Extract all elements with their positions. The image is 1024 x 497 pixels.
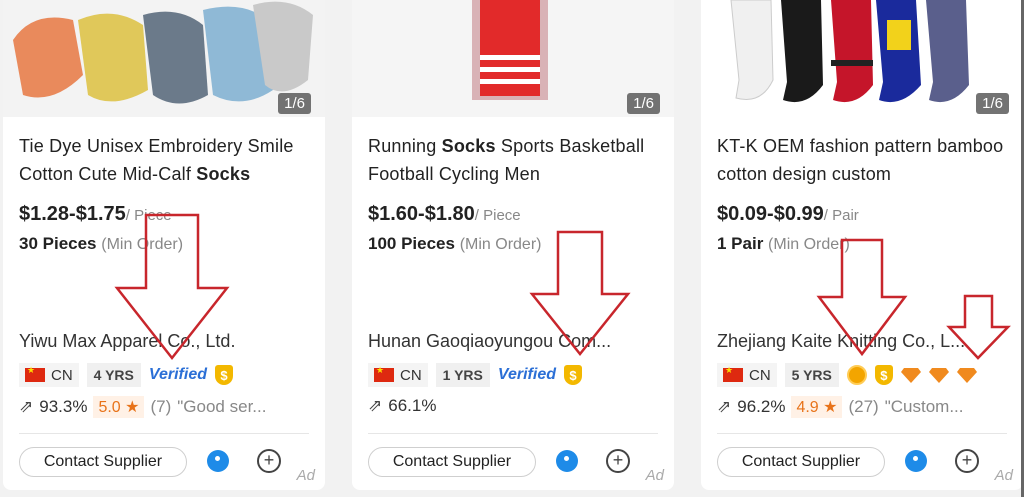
supplier-name[interactable]: Zhejiang Kaite Knitting Co., L... bbox=[717, 331, 965, 352]
min-order: 1 Pair (Min Order) bbox=[717, 234, 850, 254]
socks-image bbox=[3, 0, 325, 117]
divider bbox=[19, 433, 309, 434]
trade-assurance-icon[interactable]: $ bbox=[214, 365, 233, 385]
product-image[interactable]: 1/6 bbox=[3, 0, 325, 117]
diamond-icon bbox=[900, 368, 921, 383]
image-counter: 1/6 bbox=[627, 93, 660, 114]
title-keyword: Socks bbox=[196, 164, 251, 184]
supplier-badges: CN 5 YRS $ bbox=[717, 363, 977, 387]
years-badge: 5 YRS bbox=[784, 363, 839, 387]
product-image[interactable]: 1/6 bbox=[701, 0, 1023, 117]
title-text: Running bbox=[368, 136, 442, 156]
review-count[interactable]: (7) bbox=[150, 397, 171, 417]
min-order: 30 Pieces (Min Order) bbox=[19, 234, 183, 254]
price-range: $1.60-$1.80/ Piece bbox=[368, 203, 521, 226]
supplier-stats: ⇗ 96.2% 4.9 ★ (27) "Custom... bbox=[717, 396, 964, 418]
product-title[interactable]: KT-K OEM fashion pattern bamboo cotton d… bbox=[717, 132, 1013, 188]
diamond-icon bbox=[928, 368, 949, 383]
supplier-stats: ⇗ 93.3% 5.0 ★ (7) "Good ser... bbox=[19, 396, 266, 418]
verified-badge[interactable]: Verified bbox=[498, 366, 556, 384]
country-badge: CN bbox=[368, 363, 428, 387]
product-card-2[interactable]: 1/6 Running Socks Sports Basketball Foot… bbox=[352, 0, 674, 490]
chat-icon[interactable] bbox=[905, 450, 927, 472]
country-code: CN bbox=[749, 366, 771, 384]
supplier-badges: CN 4 YRS Verified $ bbox=[19, 363, 233, 387]
price-range: $0.09-$0.99/ Pair bbox=[717, 203, 859, 226]
moq-value: 30 Pieces bbox=[19, 234, 97, 253]
contact-supplier-button[interactable]: Contact Supplier bbox=[717, 447, 885, 477]
supplier-badges: CN 1 YRS Verified $ bbox=[368, 363, 582, 387]
price-unit: / Piece bbox=[125, 207, 172, 224]
product-card-3[interactable]: 1/6 KT-K OEM fashion pattern bamboo cott… bbox=[701, 0, 1023, 490]
review-count[interactable]: (27) bbox=[848, 397, 878, 417]
response-rate-icon: ⇗ bbox=[717, 397, 732, 416]
supplier-name[interactable]: Hunan Gaoqiaoyungou Com... bbox=[368, 331, 611, 352]
diamond-icon bbox=[956, 368, 977, 383]
price-value: $1.60-$1.80 bbox=[368, 203, 475, 225]
moq-note: (Min Order) bbox=[101, 236, 184, 253]
country-code: CN bbox=[400, 366, 422, 384]
response-rate: 66.1% bbox=[388, 396, 437, 415]
add-compare-icon[interactable]: + bbox=[955, 449, 979, 473]
gold-supplier-icon[interactable] bbox=[846, 365, 867, 385]
country-badge: CN bbox=[19, 363, 79, 387]
review-snippet[interactable]: "Good ser... bbox=[177, 397, 266, 417]
moq-note: (Min Order) bbox=[459, 236, 542, 253]
response-rate-icon: ⇗ bbox=[368, 396, 383, 415]
title-keyword: Socks bbox=[441, 136, 496, 156]
image-counter: 1/6 bbox=[278, 93, 311, 114]
product-card-1[interactable]: 1/6 Tie Dye Unisex Embroidery Smile Cott… bbox=[3, 0, 325, 490]
add-compare-icon[interactable]: + bbox=[606, 449, 630, 473]
response-rate: 93.3% bbox=[39, 397, 88, 416]
price-value: $1.28-$1.75 bbox=[19, 203, 126, 225]
response-rate-icon: ⇗ bbox=[19, 397, 34, 416]
divider bbox=[368, 433, 658, 434]
years-badge: 4 YRS bbox=[86, 363, 141, 387]
response-rate: 96.2% bbox=[737, 397, 786, 416]
min-order: 100 Pieces (Min Order) bbox=[368, 234, 541, 254]
years-badge: 1 YRS bbox=[435, 363, 490, 387]
supplier-stats: ⇗ 66.1% bbox=[368, 396, 436, 416]
chat-icon[interactable] bbox=[556, 450, 578, 472]
socks-image bbox=[701, 0, 1023, 117]
country-code: CN bbox=[51, 366, 73, 384]
product-title[interactable]: Tie Dye Unisex Embroidery Smile Cotton C… bbox=[19, 132, 315, 188]
rating-badge: 4.9 ★ bbox=[791, 396, 843, 418]
title-text: Tie Dye Unisex Embroidery Smile Cotton C… bbox=[19, 136, 294, 184]
ad-label: Ad bbox=[296, 467, 315, 484]
china-flag-icon bbox=[25, 365, 45, 382]
price-unit: / Piece bbox=[474, 207, 521, 224]
supplier-name[interactable]: Yiwu Max Apparel Co., Ltd. bbox=[19, 331, 235, 352]
price-value: $0.09-$0.99 bbox=[717, 203, 824, 225]
rating-badge: 5.0 ★ bbox=[93, 396, 145, 418]
product-image[interactable]: 1/6 bbox=[352, 0, 674, 117]
review-snippet[interactable]: "Custom... bbox=[885, 397, 964, 417]
divider bbox=[717, 433, 1007, 434]
product-title[interactable]: Running Socks Sports Basketball Football… bbox=[368, 132, 664, 188]
contact-supplier-button[interactable]: Contact Supplier bbox=[368, 447, 536, 477]
image-counter: 1/6 bbox=[976, 93, 1009, 114]
moq-value: 1 Pair bbox=[717, 234, 764, 253]
china-flag-icon bbox=[374, 365, 394, 382]
moq-value: 100 Pieces bbox=[368, 234, 455, 253]
ad-label: Ad bbox=[994, 467, 1013, 484]
add-compare-icon[interactable]: + bbox=[257, 449, 281, 473]
price-unit: / Pair bbox=[823, 207, 859, 224]
verified-badge[interactable]: Verified bbox=[149, 366, 207, 384]
title-text: KT-K OEM fashion pattern bamboo cotton d… bbox=[717, 136, 1004, 184]
trade-assurance-icon[interactable]: $ bbox=[563, 365, 582, 385]
moq-note: (Min Order) bbox=[768, 236, 850, 253]
ad-label: Ad bbox=[645, 467, 664, 484]
price-range: $1.28-$1.75/ Piece bbox=[19, 203, 172, 226]
chat-icon[interactable] bbox=[207, 450, 229, 472]
china-flag-icon bbox=[723, 365, 743, 382]
sock-image bbox=[352, 0, 674, 117]
country-badge: CN bbox=[717, 363, 777, 387]
contact-supplier-button[interactable]: Contact Supplier bbox=[19, 447, 187, 477]
trade-assurance-icon[interactable]: $ bbox=[874, 365, 893, 385]
